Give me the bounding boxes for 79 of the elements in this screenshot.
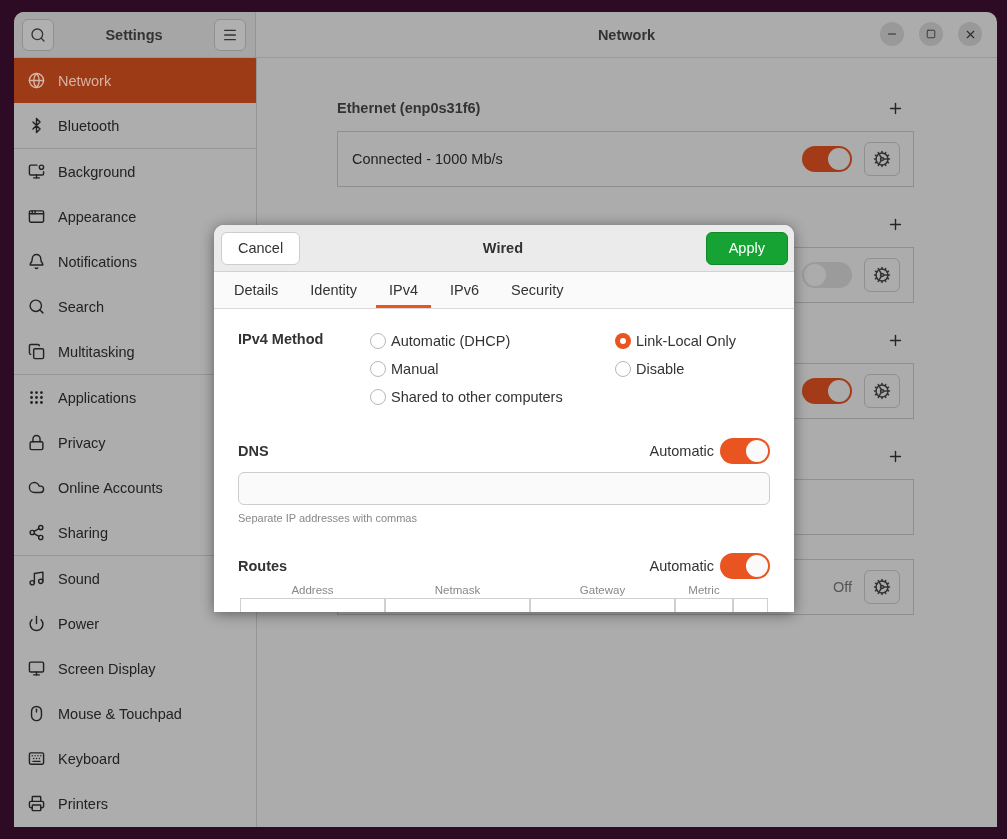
- mouse-icon: [28, 705, 45, 722]
- page-title: Network: [597, 26, 656, 43]
- tab[interactable]: Security: [498, 272, 577, 308]
- sidebar-item[interactable]: Screen Display: [14, 646, 256, 691]
- sidebar-item[interactable]: Power: [14, 601, 256, 646]
- cancel-button[interactable]: Cancel: [221, 231, 301, 265]
- search-icon: [30, 26, 46, 43]
- status-text: Off: [832, 579, 852, 595]
- column-header: Gateway: [578, 584, 627, 596]
- dialog-title: Wired: [482, 240, 523, 256]
- sidebar-item[interactable]: Keyboard: [14, 736, 256, 781]
- dns-label: DNS: [238, 443, 269, 459]
- sidebar-item[interactable]: Bluetooth: [14, 103, 256, 148]
- tab[interactable]: IPv6: [437, 272, 493, 308]
- column-header: Metric: [687, 584, 721, 596]
- radio-button[interactable]: [615, 361, 631, 377]
- sidebar-item[interactable]: Applications: [14, 375, 256, 420]
- overlapping-windows-icon: [28, 343, 45, 360]
- dots-grid-icon: [28, 389, 45, 406]
- globe-icon: [28, 72, 45, 89]
- radio-option[interactable]: Manual: [370, 359, 615, 379]
- close-button[interactable]: [958, 22, 982, 46]
- radio-button[interactable]: [370, 361, 386, 377]
- search-icon: [28, 298, 45, 315]
- maximize-icon: [926, 29, 936, 39]
- method-label: IPv4 Method: [238, 331, 325, 349]
- radio-button[interactable]: [370, 389, 386, 405]
- minimize-button[interactable]: [880, 22, 904, 46]
- radio-option[interactable]: Disable: [615, 359, 770, 379]
- dns-field[interactable]: [238, 472, 770, 505]
- power-icon: [28, 615, 45, 632]
- keyboard-icon: [28, 750, 45, 767]
- music-note-icon: [28, 570, 45, 587]
- settings-button[interactable]: [864, 258, 900, 292]
- settings-button[interactable]: [864, 142, 900, 176]
- gear-icon: [873, 382, 891, 400]
- sidebar-item[interactable]: Printers: [14, 781, 256, 826]
- share-icon: [28, 524, 45, 541]
- monitor-icon: [28, 660, 45, 677]
- sidebar-item[interactable]: Online Accounts: [14, 465, 256, 510]
- monitor-icon: [28, 163, 45, 180]
- toggle-switch[interactable]: [802, 378, 852, 404]
- radio-option[interactable]: Link-Local Only: [615, 331, 770, 351]
- automatic-label: Automatic: [649, 558, 714, 574]
- tab[interactable]: Identity: [297, 272, 371, 308]
- cloud-icon: [28, 479, 45, 496]
- gear-icon: [873, 266, 891, 284]
- toggle-switch[interactable]: [720, 438, 770, 464]
- printer-icon: [28, 795, 45, 812]
- window-icon: [28, 208, 45, 225]
- tab[interactable]: IPv4: [376, 272, 432, 308]
- lock-icon: [28, 434, 45, 451]
- radio-option[interactable]: Shared to other computers: [370, 387, 615, 407]
- search-button[interactable]: [22, 18, 54, 51]
- menu-button[interactable]: [214, 18, 246, 51]
- maximize-button[interactable]: [919, 22, 943, 46]
- radio-button[interactable]: [615, 333, 631, 349]
- settings-button[interactable]: [864, 570, 900, 604]
- automatic-label: Automatic: [649, 443, 714, 459]
- settings-button[interactable]: [864, 374, 900, 408]
- sidebar-item[interactable]: Mouse & Touchpad: [14, 691, 256, 736]
- tab[interactable]: Details: [221, 272, 292, 308]
- dns-hint: Separate IP addresses with commas: [238, 512, 418, 524]
- sidebar-item[interactable]: Network: [14, 58, 256, 103]
- gear-icon: [873, 150, 891, 168]
- radio-option[interactable]: Automatic (DHCP): [370, 331, 615, 351]
- gear-icon: [873, 578, 891, 596]
- connection-status: Connected - 1000 Mb/s: [352, 151, 504, 167]
- radio-button[interactable]: [370, 333, 386, 349]
- section-title: Ethernet (enp0s31f6): [337, 100, 481, 116]
- column-header: Netmask: [433, 584, 482, 596]
- toggle-switch[interactable]: [802, 262, 852, 288]
- toggle-switch[interactable]: [720, 553, 770, 579]
- toggle-switch[interactable]: [802, 146, 852, 172]
- sidebar-title: Settings: [105, 26, 163, 43]
- sidebar-item[interactable]: Background: [14, 149, 256, 194]
- bell-icon: [28, 253, 45, 270]
- column-header: Address: [290, 584, 335, 596]
- routes-label: Routes: [238, 558, 288, 574]
